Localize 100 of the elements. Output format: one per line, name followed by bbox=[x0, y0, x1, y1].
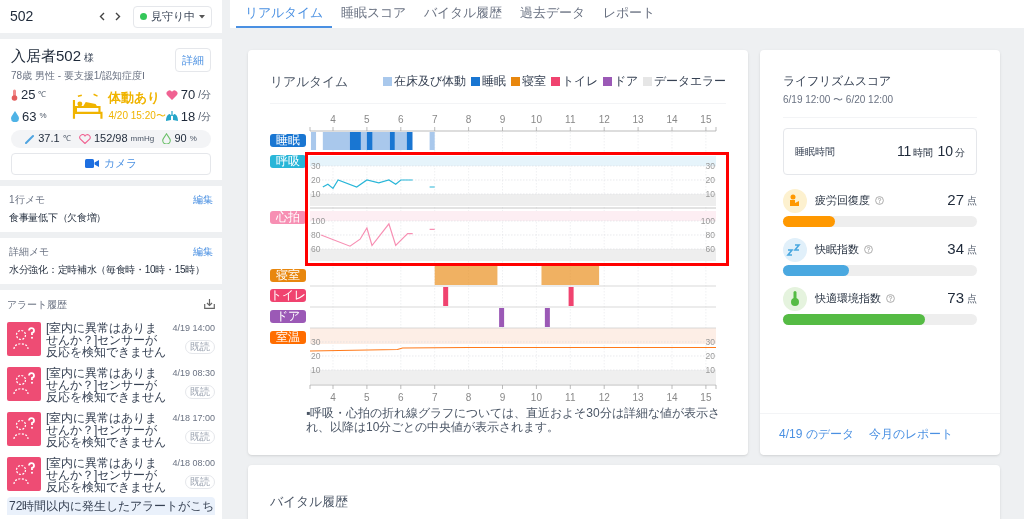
alert-message: [室内に異常はありませんか？]センサーが反応を検知できません bbox=[46, 456, 167, 493]
axis-label: 6 bbox=[398, 114, 404, 126]
axis-label: 13 bbox=[632, 392, 644, 404]
axis-label: 8 bbox=[465, 114, 472, 126]
unit-label: 点 bbox=[967, 243, 977, 258]
alert-notice: 72時間以内に発生したアラートがこち bbox=[7, 496, 215, 515]
unit-label: ℃ bbox=[62, 132, 71, 145]
spo2-value: 90 bbox=[174, 131, 187, 147]
alert-history-title: アラート履歴 bbox=[7, 297, 67, 311]
row-label: 心拍 bbox=[276, 209, 300, 224]
toilet-mark bbox=[568, 287, 574, 307]
alert-message: [室内に異常はありませんか？]センサーが反応を検知できません bbox=[46, 411, 167, 448]
footer-link[interactable]: 今月のレポート bbox=[868, 425, 953, 444]
lungs-icon bbox=[165, 110, 178, 122]
legend-label: 在床及び体動 bbox=[394, 73, 466, 91]
blood-pressure: 152/98 bbox=[93, 131, 128, 147]
heart-outline-icon bbox=[78, 133, 91, 144]
unit-label: /分 bbox=[198, 88, 211, 103]
water-drop-icon bbox=[11, 110, 19, 122]
axis-label: 60 bbox=[311, 244, 321, 255]
legend-label: ドア bbox=[614, 73, 638, 91]
axis-label: 9 bbox=[499, 392, 506, 404]
score-label: 疲労回復度 bbox=[815, 193, 870, 209]
detail-button[interactable]: 詳細 bbox=[175, 48, 211, 72]
row-label: トイレ bbox=[270, 287, 306, 302]
axis-label: 20 bbox=[705, 351, 715, 362]
axis-label: 5 bbox=[364, 392, 370, 404]
caret-icon bbox=[199, 14, 205, 19]
person-question-icon bbox=[7, 411, 41, 446]
activity-since: 4/20 15:20〜 bbox=[108, 108, 166, 123]
axis-label: 10 bbox=[530, 392, 542, 404]
axis-label: 20 bbox=[311, 175, 321, 186]
unit-label: % bbox=[39, 110, 47, 123]
room-temperature: 25 bbox=[21, 86, 36, 104]
memo-title: 1行メモ bbox=[9, 192, 45, 206]
sleep-icon bbox=[783, 237, 807, 262]
room-number: 502 bbox=[10, 7, 34, 26]
sleep-bar bbox=[406, 132, 413, 151]
section-title: バイタル履歴 bbox=[270, 493, 348, 509]
legend-label: トイレ bbox=[562, 73, 598, 91]
person-question-icon bbox=[7, 456, 41, 491]
download-icon[interactable] bbox=[204, 299, 215, 309]
tab[interactable]: レポート bbox=[594, 0, 664, 28]
axis-label: 20 bbox=[705, 175, 715, 186]
axis-label: 30 bbox=[705, 161, 715, 172]
unit-label: 時間 bbox=[913, 145, 934, 160]
axis-label: 5 bbox=[364, 114, 370, 126]
status-dropdown[interactable]: 見守り中 bbox=[133, 5, 212, 28]
axis-label: 10 bbox=[705, 189, 715, 200]
footer-link[interactable]: 4/19 のデータ bbox=[779, 425, 854, 444]
unit-label: mmHg bbox=[130, 132, 155, 145]
video-camera-icon bbox=[85, 159, 99, 168]
resident-info: 78歳 男性 - 要支援1/認知症度Ⅰ bbox=[11, 68, 146, 83]
person-rest-icon bbox=[783, 188, 807, 213]
row-label: 呼吸 bbox=[276, 153, 300, 168]
score-range: 6/19 12:00 〜 6/20 12:00 bbox=[783, 92, 895, 107]
axis-label: 9 bbox=[499, 114, 506, 126]
axis-label: 10 bbox=[530, 114, 542, 126]
tab[interactable]: バイタル履歴 bbox=[415, 0, 511, 28]
door-mark bbox=[499, 308, 505, 328]
axis-label: 100 bbox=[700, 216, 715, 227]
edit-link[interactable]: 編集 bbox=[193, 192, 213, 206]
chart-title: リアルタイム bbox=[270, 72, 348, 91]
camera-button[interactable]: カメラ bbox=[11, 152, 211, 175]
unit-label: 点 bbox=[967, 292, 977, 307]
previous-icon[interactable] bbox=[99, 12, 105, 21]
axis-label: 30 bbox=[311, 161, 321, 172]
edit-link[interactable]: 編集 bbox=[193, 244, 213, 258]
axis-label: 10 bbox=[311, 365, 321, 376]
tab[interactable]: リアルタイム bbox=[236, 0, 332, 28]
bed-person-icon bbox=[72, 91, 104, 120]
alert-time: 4/18 17:00 bbox=[172, 411, 215, 425]
unit-label: 点 bbox=[967, 194, 977, 209]
score-label: 快適環境指数 bbox=[815, 291, 881, 307]
person-question-icon bbox=[7, 366, 41, 401]
sleep-bar bbox=[366, 132, 373, 151]
row-label: 室温 bbox=[276, 329, 300, 344]
axis-label: 11 bbox=[565, 114, 576, 126]
legend-label: 寝室 bbox=[522, 73, 546, 91]
unit-label: ℃ bbox=[38, 88, 47, 101]
next-icon[interactable] bbox=[115, 12, 121, 21]
row-label: ドア bbox=[276, 308, 300, 323]
door-mark bbox=[544, 308, 550, 328]
alert-message: [室内に異常はありませんか？]センサーが反応を検知できません bbox=[46, 321, 167, 358]
axis-label: 7 bbox=[431, 114, 438, 126]
tab[interactable]: 過去データ bbox=[511, 0, 594, 28]
alert-time: 4/18 08:00 bbox=[172, 456, 215, 470]
in-bed-bar bbox=[310, 132, 317, 151]
axis-label: 7 bbox=[431, 392, 438, 404]
tab[interactable]: 睡眠スコア bbox=[332, 0, 415, 28]
axis-label: 20 bbox=[311, 351, 321, 362]
legend-label: 睡眠 bbox=[482, 73, 506, 91]
hours-value: 11 bbox=[896, 141, 912, 161]
chart-note: ▪呼吸・心拍の折れ線グラフについては、直近およそ30分は詳細な値が表示され、以降は10分ごとの中央値が表示されます。 bbox=[306, 406, 721, 435]
axis-label: 13 bbox=[632, 114, 644, 126]
sleep-bar bbox=[389, 132, 395, 151]
score-value: 27 bbox=[947, 190, 964, 211]
alert-time: 4/19 14:00 bbox=[172, 321, 215, 335]
unit-label: 分 bbox=[955, 145, 965, 160]
unit-label: /分 bbox=[198, 109, 211, 124]
